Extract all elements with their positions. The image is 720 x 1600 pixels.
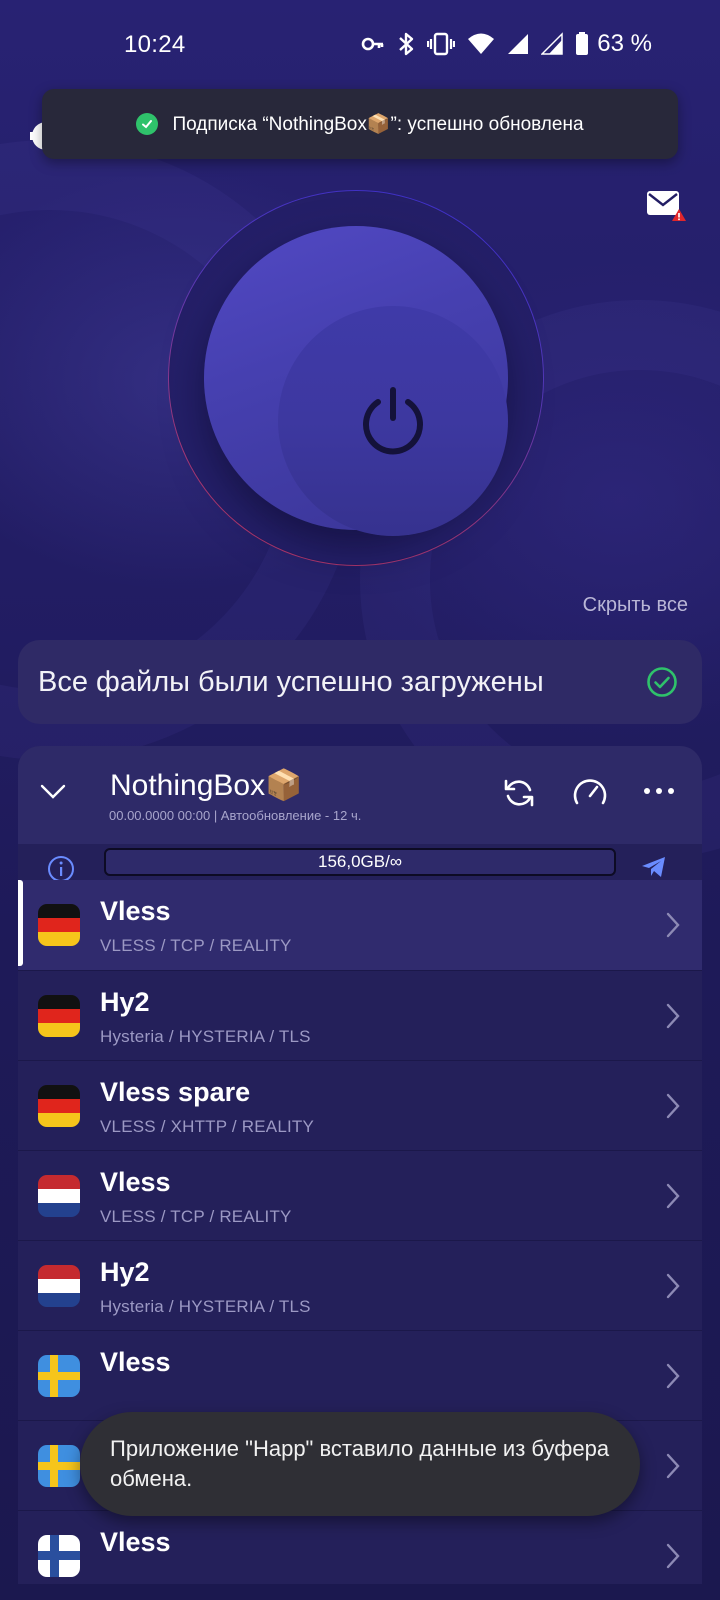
server-protocol: VLESS / TCP / REALITY xyxy=(100,936,292,955)
check-circle-icon xyxy=(136,113,159,135)
server-protocol: VLESS / XHTTP / REALITY xyxy=(100,1117,315,1136)
server-row[interactable]: Vless xyxy=(18,1330,702,1422)
status-bar: 10:24 63 % xyxy=(0,0,720,90)
flag-nl-icon xyxy=(38,1265,80,1307)
server-row[interactable]: Vless VLESS / TCP / REALITY xyxy=(18,1150,702,1242)
flag-de-icon xyxy=(38,1085,80,1127)
battery-icon xyxy=(576,32,589,55)
bluetooth-icon xyxy=(399,32,414,56)
server-name: Hy2 xyxy=(100,987,150,1017)
clipboard-toast-text: Приложение "Happ" вставило данные из буф… xyxy=(110,1436,610,1491)
server-name: Vless xyxy=(100,1167,171,1197)
connect-power-button[interactable] xyxy=(168,190,544,566)
wifi-icon xyxy=(468,33,495,54)
status-time: 10:24 xyxy=(124,31,186,58)
chevron-right-icon[interactable] xyxy=(664,1001,682,1031)
group-subtitle: 00.00.0000 00:00 | Автообновление - 12 ч… xyxy=(109,808,362,823)
chevron-right-icon[interactable] xyxy=(664,1361,682,1391)
more-options-icon[interactable] xyxy=(642,786,676,796)
chevron-right-icon[interactable] xyxy=(664,1091,682,1121)
chevron-right-icon[interactable] xyxy=(664,1271,682,1301)
server-protocol: Hysteria / HYSTERIA / TLS xyxy=(100,1027,311,1046)
signal-icon xyxy=(508,34,529,54)
battery-percent: 63 % xyxy=(597,30,652,57)
flag-fi-icon xyxy=(38,1535,80,1577)
server-name: Hy2 xyxy=(100,1257,150,1287)
flag-de-icon xyxy=(38,904,80,946)
server-row[interactable]: Hy2 Hysteria / HYSTERIA / TLS xyxy=(18,970,702,1062)
server-protocol: Hysteria / HYSTERIA / TLS xyxy=(100,1297,311,1316)
signal-icon xyxy=(541,32,564,55)
power-button-inner[interactable] xyxy=(278,306,508,536)
speedometer-icon[interactable] xyxy=(572,776,608,810)
chevron-right-icon[interactable] xyxy=(664,1181,682,1211)
chevron-right-icon[interactable] xyxy=(664,910,682,940)
chevron-right-icon[interactable] xyxy=(664,1541,682,1571)
power-icon xyxy=(363,387,423,455)
server-row[interactable]: Hy2 Hysteria / HYSTERIA / TLS xyxy=(18,1240,702,1332)
traffic-usage-bar: 156,0GB/∞ xyxy=(104,848,616,876)
app-screen: 10:24 63 % Подписка “NothingBox📦”: успеш… xyxy=(0,0,720,1600)
power-button-outer[interactable] xyxy=(204,226,508,536)
navigation-bar xyxy=(0,1584,720,1600)
selected-indicator xyxy=(18,880,23,966)
files-status-card: Все файлы были успешно загружены xyxy=(18,640,702,724)
clipboard-toast: Приложение "Happ" вставило данные из буф… xyxy=(80,1412,640,1516)
group-title: NothingBox📦 xyxy=(110,769,303,802)
traffic-usage-text: 156,0GB/∞ xyxy=(318,852,402,871)
check-circle-icon xyxy=(647,667,677,697)
server-row[interactable]: Vless VLESS / TCP / REALITY xyxy=(18,880,702,972)
chevron-down-icon[interactable] xyxy=(38,776,68,806)
vibrate-icon xyxy=(427,32,456,56)
flag-nl-icon xyxy=(38,1175,80,1217)
files-status-text: Все файлы были успешно загружены xyxy=(38,665,544,698)
mail-icon[interactable] xyxy=(646,188,688,224)
flag-se-icon xyxy=(38,1445,80,1487)
server-name: Vless xyxy=(100,896,171,926)
subscription-updated-toast: Подписка “NothingBox📦”: успешно обновлен… xyxy=(42,89,678,159)
telegram-icon[interactable] xyxy=(641,854,667,880)
server-name: Vless spare xyxy=(100,1077,251,1107)
vpn-key-icon xyxy=(361,37,384,51)
group-header[interactable]: NothingBox📦 00.00.0000 00:00 | Автообнов… xyxy=(18,746,702,844)
refresh-icon[interactable] xyxy=(502,776,536,810)
flag-de-icon xyxy=(38,995,80,1037)
flag-se-icon xyxy=(38,1355,80,1397)
server-protocol: VLESS / TCP / REALITY xyxy=(100,1207,292,1226)
chevron-right-icon[interactable] xyxy=(664,1451,682,1481)
toast-message: Подписка “NothingBox📦”: успешно обновлен… xyxy=(172,114,584,135)
server-row[interactable]: Vless spare VLESS / XHTTP / REALITY xyxy=(18,1060,702,1152)
server-name: Vless xyxy=(100,1347,171,1377)
status-icons: 63 % xyxy=(361,30,652,58)
server-name: Vless xyxy=(100,1527,171,1557)
hide-all-button[interactable]: Скрыть все xyxy=(583,594,688,617)
